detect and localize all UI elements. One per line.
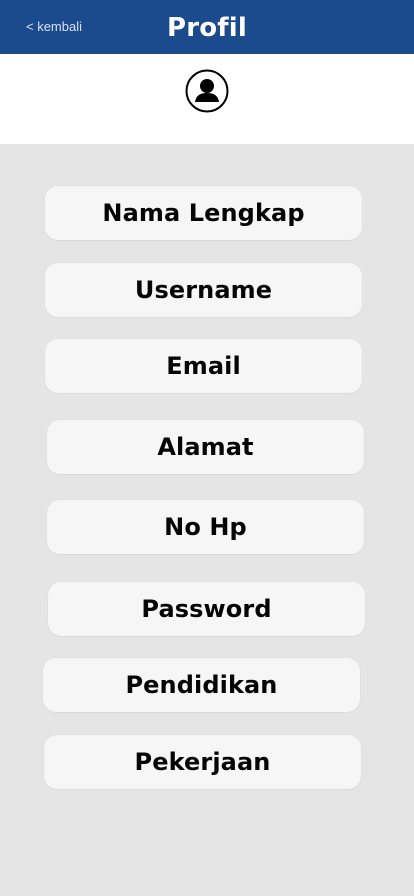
profile-header [0,54,414,144]
top-app-bar: < kembali Profil [0,0,414,54]
field-pendidikan[interactable]: Pendidikan [43,658,360,712]
field-alamat[interactable]: Alamat [47,420,364,474]
field-label: Password [141,595,272,623]
user-avatar-icon[interactable] [185,69,229,113]
field-email[interactable]: Email [45,339,362,393]
field-label: Pekerjaan [134,748,271,776]
field-label: Alamat [157,433,254,461]
field-label: No Hp [164,513,247,541]
field-label: Pendidikan [125,671,278,699]
field-password[interactable]: Password [48,582,365,636]
field-label: Nama Lengkap [102,199,305,227]
field-label: Email [166,352,241,380]
field-nama-lengkap[interactable]: Nama Lengkap [45,186,362,240]
field-pekerjaan[interactable]: Pekerjaan [44,735,361,789]
field-username[interactable]: Username [45,263,362,317]
field-no-hp[interactable]: No Hp [47,500,364,554]
page-title: Profil [166,13,248,43]
field-label: Username [134,276,273,304]
